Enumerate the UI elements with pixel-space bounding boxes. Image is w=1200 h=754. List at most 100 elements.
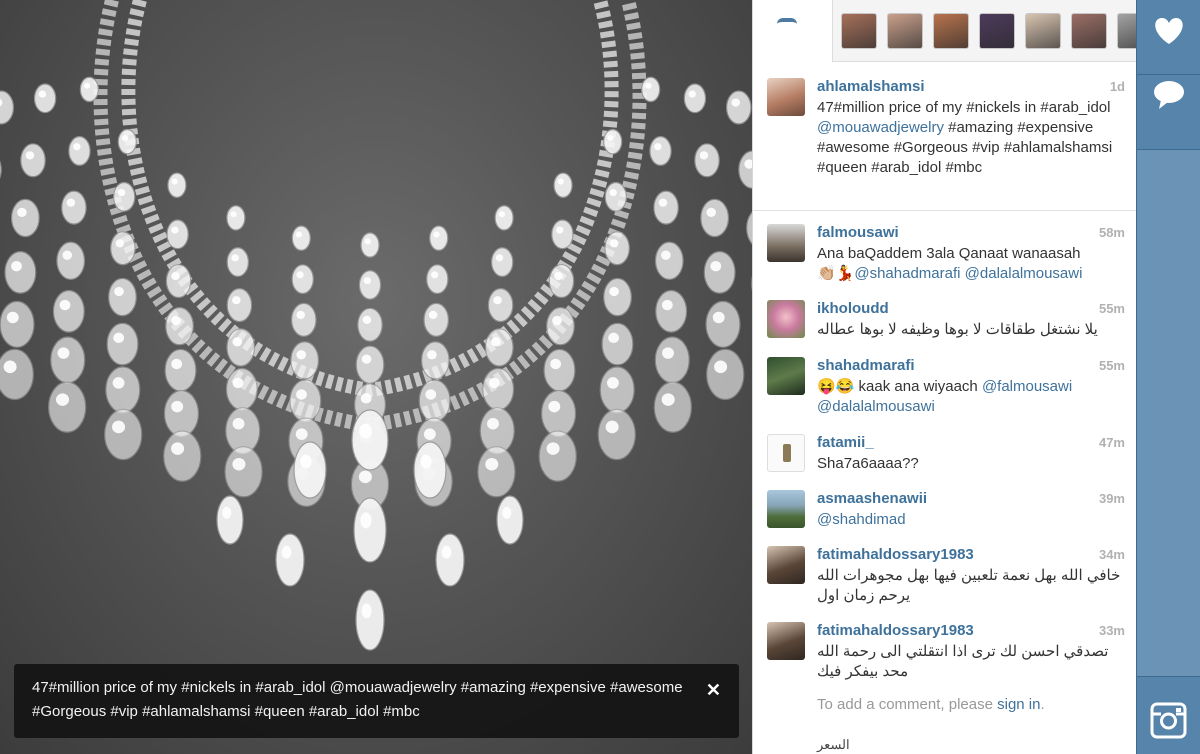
gem bbox=[106, 322, 139, 366]
gem-highlight bbox=[556, 226, 564, 234]
gem-highlight bbox=[6, 311, 19, 324]
gem-highlight bbox=[38, 90, 47, 98]
gem bbox=[0, 348, 34, 401]
comment-mention[interactable]: @falmousawi bbox=[982, 378, 1072, 395]
gem bbox=[216, 495, 244, 545]
comment-timestamp: 55m bbox=[1098, 301, 1125, 316]
gem-highlight bbox=[554, 271, 563, 281]
likes-icon bbox=[777, 18, 797, 26]
gem bbox=[79, 76, 99, 103]
gem bbox=[494, 205, 514, 231]
gem bbox=[68, 136, 91, 166]
gem bbox=[551, 219, 574, 250]
gem bbox=[604, 231, 630, 266]
comment-username[interactable]: fatimahaldossary1983 bbox=[817, 622, 974, 640]
gem-highlight bbox=[645, 82, 652, 89]
gem-highlight bbox=[171, 358, 183, 370]
gem-highlight bbox=[688, 90, 696, 98]
gem bbox=[654, 241, 684, 280]
gem-highlight bbox=[362, 315, 372, 324]
comment-username[interactable]: asmaashenawii bbox=[817, 490, 927, 508]
avatar[interactable] bbox=[767, 622, 805, 660]
gem-highlight bbox=[420, 454, 432, 469]
gem-highlight bbox=[430, 271, 439, 279]
gem-highlight bbox=[364, 238, 371, 245]
avatar[interactable] bbox=[767, 357, 805, 395]
avatar[interactable] bbox=[767, 78, 805, 116]
gem bbox=[47, 381, 87, 433]
comment-mention[interactable]: @dalalalmousawi bbox=[965, 265, 1083, 282]
gem bbox=[553, 172, 573, 198]
gem-highlight bbox=[359, 423, 372, 439]
gem bbox=[163, 389, 200, 438]
gem bbox=[290, 302, 317, 337]
gem-highlight bbox=[117, 188, 126, 197]
gem-highlight bbox=[358, 470, 372, 484]
liker-avatar[interactable] bbox=[887, 13, 923, 49]
gem bbox=[599, 366, 635, 414]
likers-bar bbox=[753, 0, 1136, 62]
gem-highlight bbox=[607, 134, 614, 142]
gem-highlight bbox=[55, 393, 70, 406]
gem-highlight bbox=[17, 207, 27, 218]
gem bbox=[117, 128, 137, 155]
liker-avatar[interactable] bbox=[979, 13, 1015, 49]
gem-highlight bbox=[59, 299, 71, 311]
avatar[interactable] bbox=[767, 490, 805, 528]
gem bbox=[355, 345, 385, 384]
avatar[interactable] bbox=[767, 224, 805, 262]
caption-mention[interactable]: @mouawadjewelry bbox=[817, 119, 944, 136]
gem-highlight bbox=[706, 207, 717, 218]
liker-avatar[interactable] bbox=[933, 13, 969, 49]
liker-avatar[interactable] bbox=[841, 13, 877, 49]
gem-highlight bbox=[699, 151, 709, 160]
post-timestamp: 1d bbox=[1109, 79, 1125, 94]
comment-username[interactable]: fatamii_ bbox=[817, 434, 874, 452]
heart-icon bbox=[1155, 18, 1183, 44]
liker-avatar[interactable] bbox=[1117, 13, 1136, 49]
like-button[interactable] bbox=[1137, 0, 1200, 75]
comment-mention[interactable]: @shahdimad bbox=[817, 511, 906, 528]
avatar[interactable] bbox=[767, 434, 805, 472]
comment-button[interactable] bbox=[1137, 75, 1200, 150]
comment-text: @shahdimad bbox=[817, 510, 1123, 530]
gem-highlight bbox=[73, 143, 81, 151]
gem-highlight bbox=[557, 178, 564, 185]
gem bbox=[289, 379, 322, 423]
comment-timestamp: 39m bbox=[1098, 491, 1125, 506]
avatar[interactable] bbox=[767, 546, 805, 584]
comment-mention[interactable]: @shahadmarafi bbox=[854, 265, 960, 282]
gem-highlight bbox=[609, 188, 617, 197]
comment-text: تصدقي احسن لك ترى اذا انتقلتي الى رحمة ا… bbox=[817, 643, 1109, 680]
gem bbox=[355, 589, 385, 651]
gem-highlight bbox=[66, 198, 76, 207]
liker-avatar[interactable] bbox=[1025, 13, 1061, 49]
instagram-logo-button[interactable] bbox=[1137, 676, 1200, 754]
gem-highlight bbox=[661, 299, 673, 311]
gem-highlight bbox=[83, 82, 91, 89]
post-username[interactable]: ahlamalshamsi bbox=[817, 78, 925, 96]
gem bbox=[482, 367, 515, 411]
instagram-camera-icon bbox=[1150, 702, 1187, 739]
gem-highlight bbox=[548, 400, 561, 413]
comment-mention[interactable]: @dalalalmousawi bbox=[817, 398, 935, 415]
avatar[interactable] bbox=[767, 300, 805, 338]
gem bbox=[293, 441, 327, 499]
gem bbox=[703, 251, 736, 294]
post-photo[interactable]: 47#million price of my #nickels in #arab… bbox=[0, 0, 752, 754]
liker-avatar[interactable] bbox=[1071, 13, 1107, 49]
signin-link[interactable]: sign in bbox=[997, 696, 1040, 713]
gem bbox=[163, 430, 202, 482]
close-icon[interactable]: ✕ bbox=[706, 678, 721, 702]
gem-highlight bbox=[712, 311, 725, 324]
gem bbox=[225, 367, 258, 411]
gem bbox=[649, 136, 672, 166]
comment-username[interactable]: ikholoudd bbox=[817, 300, 889, 318]
likes-tab[interactable] bbox=[753, 0, 833, 62]
comments-panel: ahlamalshamsi 1d 47#million price of my … bbox=[752, 0, 1136, 754]
comment-username[interactable]: falmousawi bbox=[817, 224, 899, 242]
gem bbox=[52, 289, 85, 333]
comment-username[interactable]: fatimahaldossary1983 bbox=[817, 546, 974, 564]
gem bbox=[20, 143, 46, 178]
comment-username[interactable]: shahadmarafi bbox=[817, 357, 915, 375]
